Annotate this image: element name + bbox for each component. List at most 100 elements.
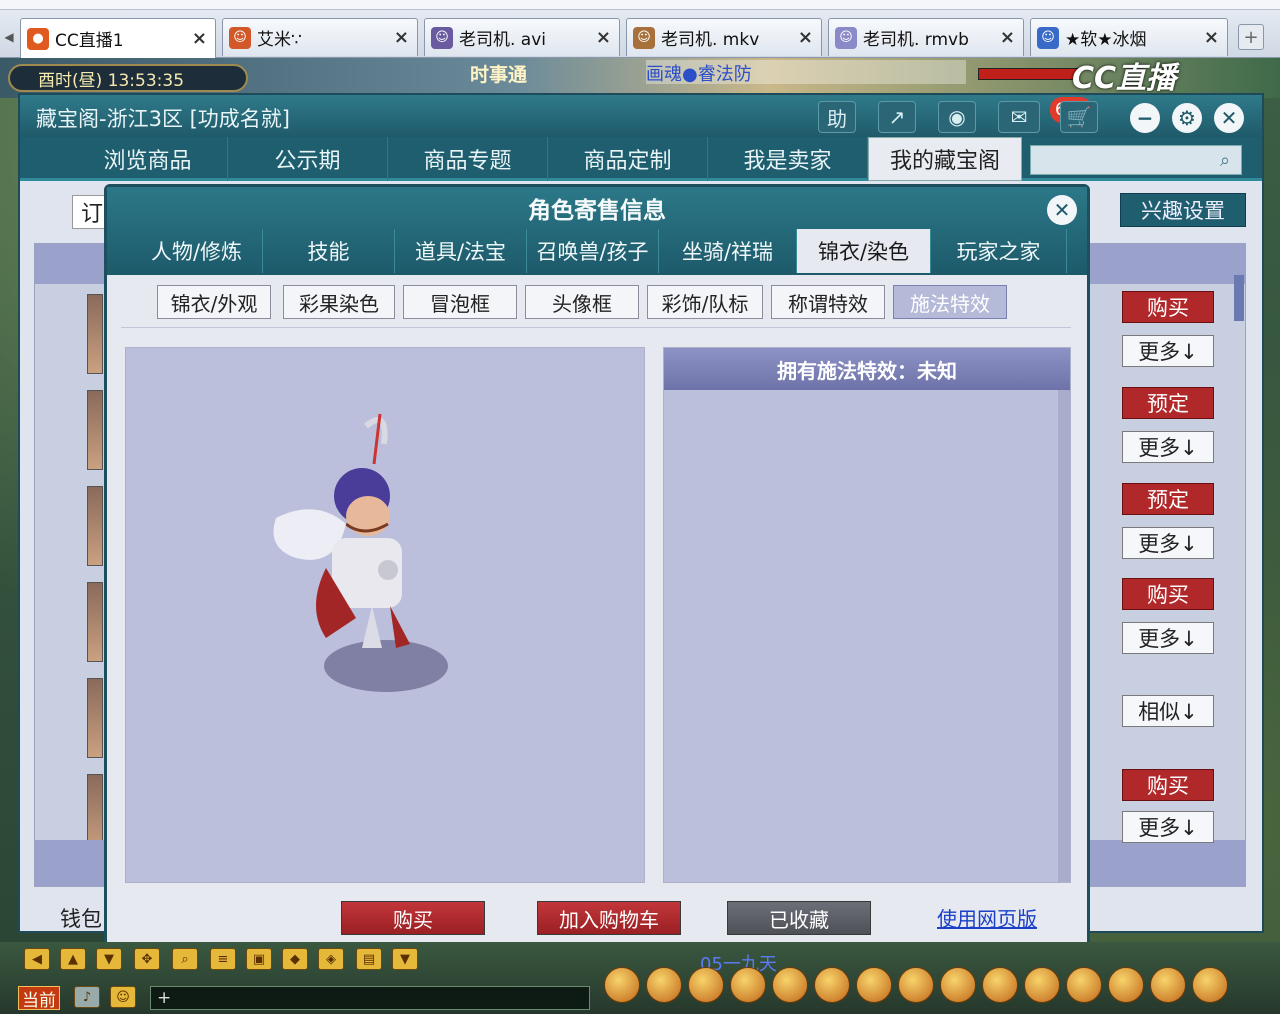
gang-icon[interactable] (856, 967, 892, 1003)
reserve-button[interactable]: 预定 (1122, 387, 1214, 419)
browser-tab[interactable]: ☺ 老司机. avi × (424, 18, 620, 56)
similar-button[interactable]: 相似↓ (1122, 695, 1214, 727)
dialog-close-icon[interactable]: ✕ (1047, 195, 1077, 225)
search-icon[interactable]: ⌕ (1213, 148, 1237, 172)
tab-outfits[interactable]: 锦衣/染色 (797, 229, 931, 273)
arrow-down-icon[interactable]: ▼ (96, 948, 122, 970)
pet-icon[interactable] (604, 967, 640, 1003)
tab-pets[interactable]: 召唤兽/孩子 (527, 229, 659, 273)
tab-close-icon[interactable]: × (1204, 27, 1219, 48)
friends-icon[interactable] (772, 967, 808, 1003)
listing-scrollbar[interactable] (1234, 275, 1244, 321)
nav-custom[interactable]: 商品定制 (548, 137, 708, 181)
emoji-icon[interactable]: ☺ (110, 986, 136, 1008)
tab-close-icon[interactable]: × (798, 27, 813, 48)
arrow-left-icon[interactable]: ◀ (24, 948, 50, 970)
interest-settings-button[interactable]: 兴趣设置 (1120, 193, 1246, 227)
subtab-team-badge[interactable]: 彩饰/队标 (647, 285, 763, 319)
tab-character[interactable]: 人物/修炼 (131, 229, 263, 273)
subtab-outfit-appearance[interactable]: 锦衣/外观 (157, 285, 271, 319)
smile-icon[interactable] (1108, 967, 1144, 1003)
move-icon[interactable]: ✥ (134, 948, 160, 970)
browser-tab[interactable]: ☺ ★软★冰烟 × (1030, 18, 1228, 56)
browser-tab[interactable]: ☺ 艾米∵ × (222, 18, 418, 56)
skill-icon[interactable] (940, 967, 976, 1003)
new-tab-button[interactable]: + (1238, 24, 1264, 50)
browser-tab[interactable]: ☺ 老司机. rmvb × (828, 18, 1024, 56)
avatar-favicon-icon: ☺ (835, 26, 857, 49)
microphone-icon[interactable]: ♪ (74, 986, 100, 1008)
chat-channel-button[interactable]: 当前 (18, 986, 60, 1011)
more-button[interactable]: 更多↓ (1122, 622, 1214, 654)
search-icon[interactable]: ⌕ (172, 948, 198, 970)
activity-icon[interactable] (1150, 967, 1186, 1003)
nav-public[interactable]: 公示期 (228, 137, 388, 181)
buy-button[interactable]: 购买 (1122, 578, 1214, 610)
minimize-icon[interactable]: − (1130, 103, 1160, 133)
listing-thumbnail[interactable] (87, 486, 103, 566)
tab-scroll-left-icon[interactable]: ◀ (0, 22, 18, 52)
buy-button[interactable]: 购买 (341, 901, 485, 935)
image-icon[interactable]: ▤ (356, 948, 382, 970)
browser-tab[interactable]: ☺ 老司机. mkv × (626, 18, 822, 56)
tab-close-icon[interactable]: × (596, 27, 611, 48)
panel-scrollbar[interactable] (1058, 390, 1070, 882)
team-icon[interactable] (730, 967, 766, 1003)
quest-icon[interactable] (814, 967, 850, 1003)
buy-button[interactable]: 购买 (1122, 291, 1214, 323)
system-icon[interactable] (1066, 967, 1102, 1003)
bag-icon[interactable]: ◈ (318, 948, 344, 970)
nav-browse[interactable]: 浏览商品 (68, 137, 228, 181)
achievement-icon[interactable] (1024, 967, 1060, 1003)
more-button[interactable]: 更多↓ (1122, 527, 1214, 559)
scroll-icon[interactable]: ≡ (210, 948, 236, 970)
tab-close-icon[interactable]: × (394, 27, 409, 48)
browser-tab[interactable]: ● CC直播1 × (20, 18, 216, 58)
record-icon[interactable]: ◉ (938, 101, 976, 133)
subtab-cast-effect[interactable]: 施法特效 (893, 285, 1007, 319)
window-title: 藏宝阁-浙江3区 [功成名就] (36, 107, 290, 131)
help-button[interactable]: 助 (818, 101, 856, 133)
settings-gear-icon[interactable]: ⚙ (1172, 103, 1202, 133)
tab-close-icon[interactable]: × (1000, 27, 1015, 48)
tab-skills[interactable]: 技能 (263, 229, 395, 273)
listing-thumbnail[interactable] (87, 582, 103, 662)
share-icon[interactable]: ↗ (878, 101, 916, 133)
window-close-icon[interactable]: ✕ (1214, 103, 1244, 133)
more-button[interactable]: 更多↓ (1122, 811, 1214, 843)
listing-thumbnail[interactable] (87, 294, 103, 374)
arrow-up-icon[interactable]: ▲ (60, 948, 86, 970)
add-to-cart-button[interactable]: 加入购物车 (537, 901, 681, 935)
subtab-title-effect[interactable]: 称谓特效 (771, 285, 885, 319)
shop-icon[interactable] (982, 967, 1018, 1003)
cart-icon[interactable]: 🛒 (1060, 101, 1098, 133)
subtab-avatar-frame[interactable]: 头像框 (525, 285, 639, 319)
favorited-button[interactable]: 已收藏 (727, 901, 871, 935)
more-button[interactable]: 更多↓ (1122, 335, 1214, 367)
listing-thumbnail[interactable] (87, 390, 103, 470)
treasure-icon[interactable] (688, 967, 724, 1003)
search-input[interactable]: ⌕ (1030, 145, 1242, 175)
nav-seller[interactable]: 我是卖家 (708, 137, 868, 181)
message-icon[interactable]: ✉ (998, 101, 1040, 133)
computer-icon[interactable] (1192, 967, 1228, 1003)
shield-icon[interactable]: ◆ (282, 948, 308, 970)
mail-icon[interactable] (898, 967, 934, 1003)
tab-items[interactable]: 道具/法宝 (395, 229, 527, 273)
listing-thumbnail[interactable] (87, 678, 103, 758)
tab-mounts[interactable]: 坐骑/祥瑞 (659, 229, 797, 273)
subtab-dye[interactable]: 彩果染色 (283, 285, 395, 319)
reserve-button[interactable]: 预定 (1122, 483, 1214, 515)
expand-icon[interactable]: ▼ (392, 948, 418, 970)
tab-home[interactable]: 玩家之家 (931, 229, 1067, 273)
lock-icon[interactable]: ▣ (246, 948, 272, 970)
more-button[interactable]: 更多↓ (1122, 431, 1214, 463)
sword-icon[interactable] (646, 967, 682, 1003)
subtab-bubble-frame[interactable]: 冒泡框 (403, 285, 517, 319)
tab-close-icon[interactable]: × (192, 28, 207, 49)
web-version-link[interactable]: 使用网页版 (937, 903, 1037, 932)
nav-my-pavilion[interactable]: 我的藏宝阁 (868, 137, 1022, 181)
chat-input[interactable]: + (150, 986, 590, 1010)
nav-topics[interactable]: 商品专题 (388, 137, 548, 181)
buy-button[interactable]: 购买 (1122, 769, 1214, 801)
